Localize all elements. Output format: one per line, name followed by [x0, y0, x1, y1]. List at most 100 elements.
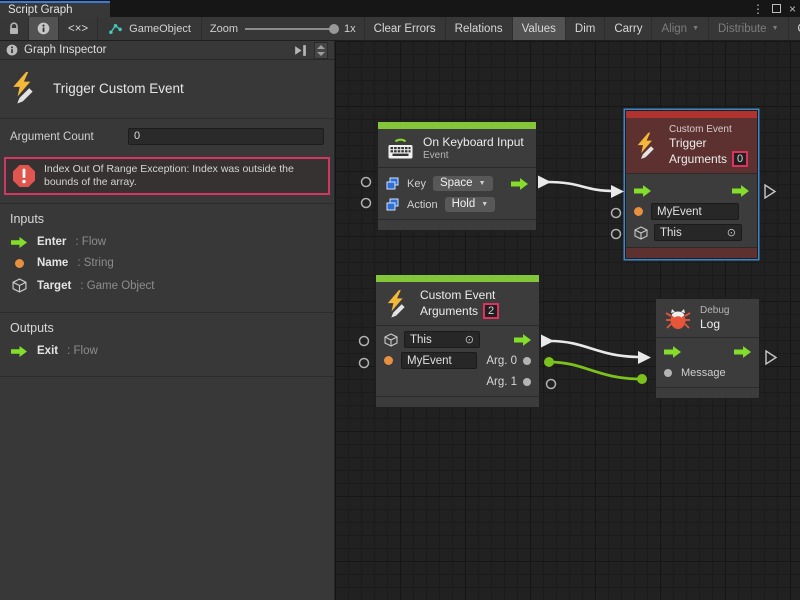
node-subtitle: Event — [423, 150, 524, 161]
flow-wire[interactable] — [547, 182, 615, 191]
action-dropdown[interactable]: Hold ▼ — [445, 197, 496, 212]
string-port-icon[interactable] — [634, 207, 643, 216]
message-row: Message — [656, 362, 759, 383]
flow-output-arrow-icon[interactable] — [511, 178, 528, 190]
node-title-line2-wrap: Arguments 0 — [669, 151, 748, 167]
port-type: String — [77, 257, 113, 269]
align-label: Align — [661, 23, 687, 35]
event-name-row: MyEvent — [626, 201, 757, 222]
node-title-line1: Trigger — [669, 136, 748, 150]
error-stop-icon — [12, 164, 36, 188]
distribute-button[interactable]: Distribute ▼ — [709, 17, 789, 40]
node-footer — [626, 247, 757, 258]
event-name-input[interactable]: MyEvent — [401, 352, 477, 369]
node-on-keyboard-input[interactable]: On Keyboard Input Event Key Space ▼ — [377, 121, 537, 231]
wire-arrowhead — [611, 185, 624, 198]
clear-errors-button[interactable]: Clear Errors — [365, 17, 446, 40]
node-debug-log[interactable]: Debug Log Message — [655, 298, 760, 399]
flow-input-arrow-icon[interactable] — [664, 346, 681, 358]
info-icon — [6, 44, 18, 56]
key-label: Key — [407, 178, 426, 190]
target-input[interactable]: This ⊙ — [654, 224, 742, 241]
arg1-output-port[interactable] — [523, 378, 531, 386]
node-body: MyEvent This ⊙ — [626, 174, 757, 247]
value-port-icon — [10, 259, 28, 268]
flow-port-triangle[interactable] — [765, 185, 775, 198]
string-port-icon[interactable] — [384, 356, 393, 365]
message-input-port[interactable] — [664, 369, 672, 377]
target-row: This ⊙ — [626, 222, 757, 243]
arg1-label: Arg. 1 — [486, 376, 517, 388]
input-property-icon — [386, 198, 399, 211]
node-trigger-custom-event[interactable]: Custom Event Trigger Arguments 0 MyEvent — [625, 110, 758, 259]
port-type: Flow — [67, 345, 98, 357]
port-circle[interactable] — [360, 337, 369, 346]
action-label: Action — [407, 199, 438, 211]
event-name-input[interactable]: MyEvent — [651, 203, 739, 220]
align-button[interactable]: Align ▼ — [652, 17, 709, 40]
scroll-spinner[interactable] — [314, 42, 328, 59]
arg1-row: Arg. 1 — [376, 371, 539, 392]
error-message-box: Index Out Of Range Exception: Index was … — [4, 157, 330, 195]
wire-arrowhead — [638, 351, 651, 364]
values-button[interactable]: Values — [513, 17, 566, 40]
zoom-slider[interactable] — [245, 28, 337, 30]
port-circle[interactable] — [612, 230, 621, 239]
graph-canvas[interactable]: On Keyboard Input Event Key Space ▼ — [335, 41, 800, 600]
node-footer — [378, 219, 536, 230]
object-picker-icon[interactable]: ⊙ — [457, 333, 474, 346]
flow-output-arrow-icon[interactable] — [734, 346, 751, 358]
code-view-button[interactable]: <×> — [59, 17, 98, 40]
flow-arrow-icon — [10, 346, 28, 357]
tab-script-graph[interactable]: Script Graph — [0, 1, 110, 17]
chevron-down-icon: ▼ — [692, 25, 699, 32]
carry-button[interactable]: Carry — [605, 17, 652, 40]
divider — [0, 376, 334, 377]
node-colorbar — [376, 275, 539, 282]
port-circle[interactable] — [362, 178, 371, 187]
gameobject-reference[interactable]: GameObject — [98, 17, 202, 40]
key-row: Key Space ▼ — [378, 173, 536, 194]
gameobject-cube-icon[interactable] — [384, 333, 398, 347]
outputs-title: Outputs — [10, 321, 324, 335]
node-footer — [376, 396, 539, 407]
close-icon[interactable]: × — [789, 3, 796, 15]
flow-wire[interactable] — [550, 341, 641, 357]
node-colorbar — [378, 122, 536, 129]
zoom-slider-knob[interactable] — [329, 24, 339, 34]
menu-dots-icon[interactable]: ⋮ — [752, 3, 764, 15]
flow-output-arrow-icon[interactable] — [514, 334, 531, 346]
flow-output-arrow-icon[interactable] — [732, 185, 749, 197]
argument-count-input[interactable]: 0 — [128, 128, 324, 145]
port-circle[interactable] — [547, 380, 556, 389]
node-kind: Custom Event — [420, 288, 499, 302]
node-body: Key Space ▼ Action Hold ▼ — [378, 168, 536, 219]
flow-port-triangle[interactable] — [766, 351, 776, 364]
gameobject-cube-icon[interactable] — [634, 226, 648, 240]
output-port-row: Exit Flow — [10, 345, 324, 357]
node-body: This ⊙ MyEvent Arg. 0 Arg. 1 — [376, 326, 539, 396]
node-header: Debug Log — [656, 299, 759, 338]
dock-panel-icon[interactable] — [293, 44, 308, 57]
relations-button[interactable]: Relations — [446, 17, 513, 40]
custom-event-icon — [385, 289, 411, 319]
lock-button[interactable] — [0, 17, 29, 40]
port-circle[interactable] — [360, 359, 369, 368]
custom-event-icon — [10, 72, 40, 104]
argument-count-label: Argument Count — [10, 131, 128, 143]
value-wire[interactable] — [549, 362, 642, 379]
flow-input-arrow-icon[interactable] — [634, 185, 651, 197]
overview-button[interactable]: Overv — [789, 17, 800, 40]
unit-title: Trigger Custom Event — [53, 81, 184, 96]
dim-button[interactable]: Dim — [566, 17, 605, 40]
key-dropdown[interactable]: Space ▼ — [433, 176, 493, 191]
maximize-icon[interactable] — [772, 4, 781, 13]
port-circle[interactable] — [362, 199, 371, 208]
node-custom-event-arguments[interactable]: Custom Event Arguments 2 This ⊙ — [375, 274, 540, 408]
inspector-toggle-button[interactable] — [29, 17, 59, 40]
target-input[interactable]: This ⊙ — [404, 331, 480, 348]
arg0-output-port[interactable] — [523, 357, 531, 365]
node-kind: Custom Event — [669, 124, 748, 135]
object-picker-icon[interactable]: ⊙ — [719, 226, 736, 239]
port-circle[interactable] — [612, 209, 621, 218]
